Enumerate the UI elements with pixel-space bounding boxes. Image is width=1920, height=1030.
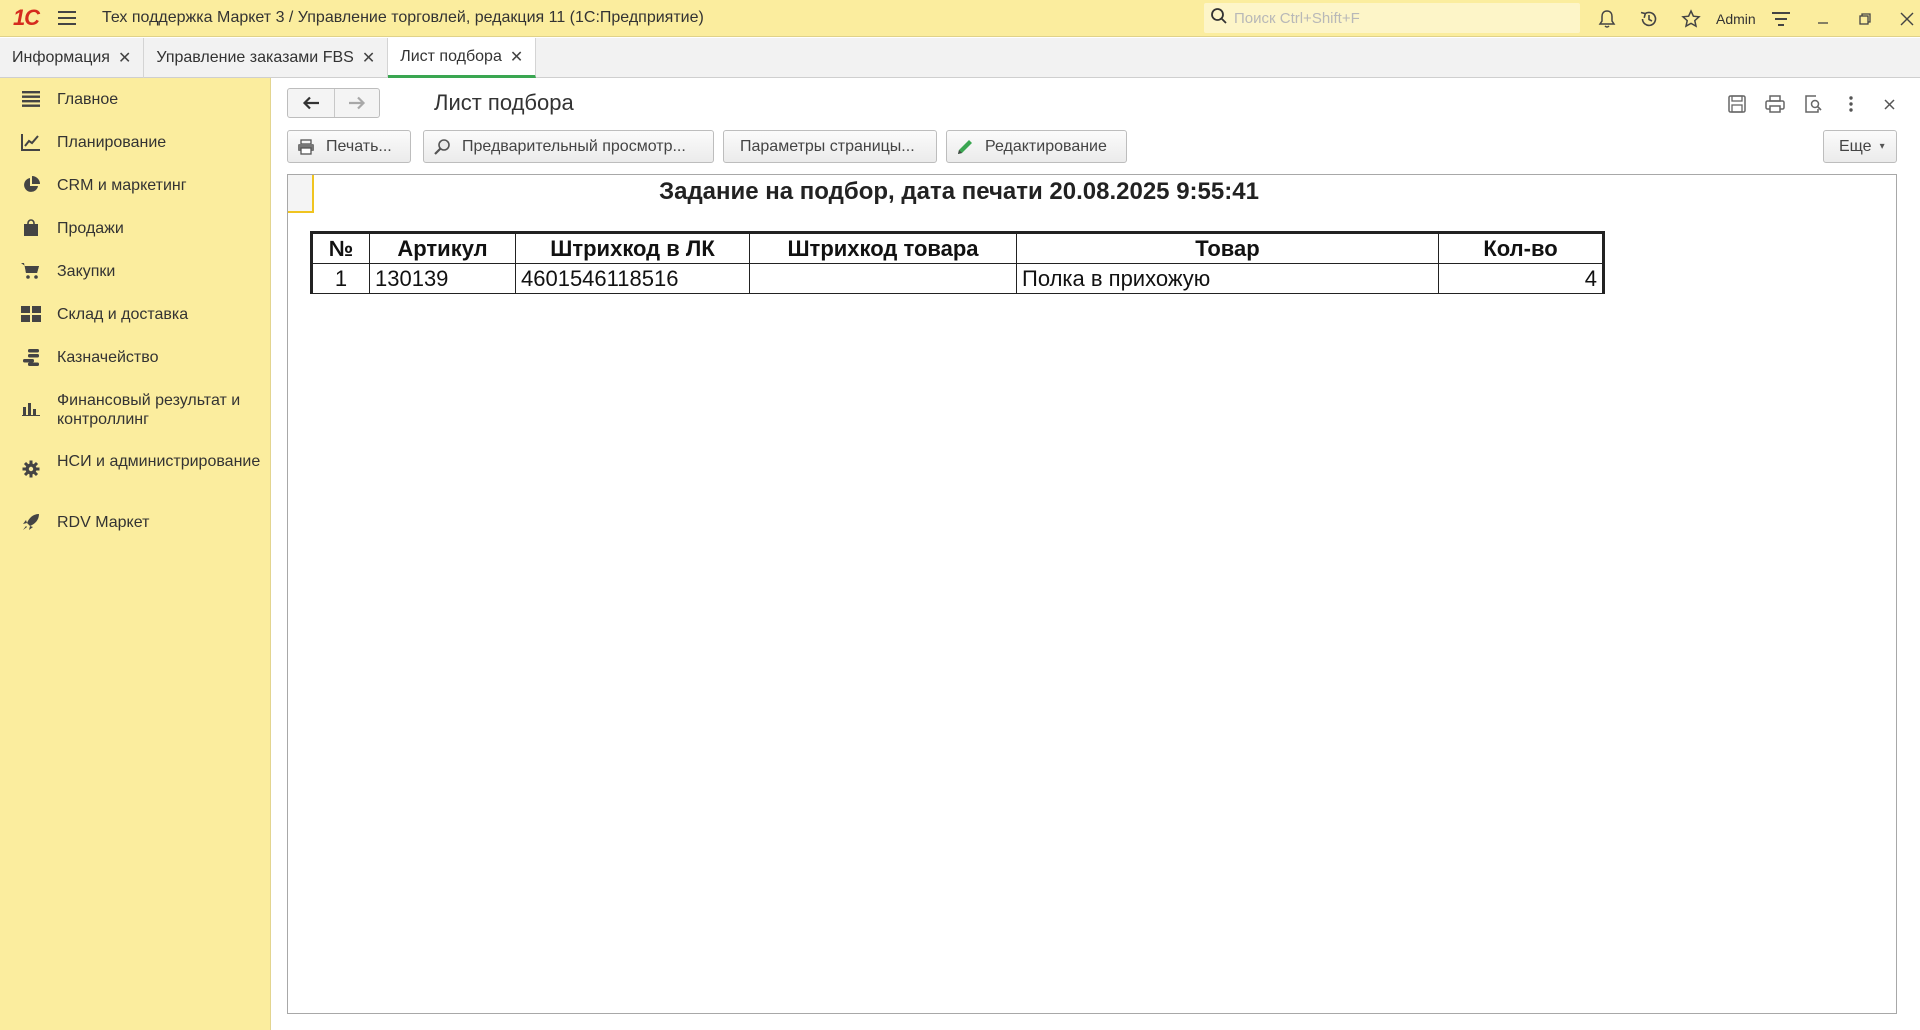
command-bar: Печать... Предварительный просмотр... Па…: [287, 130, 1897, 164]
preview-button[interactable]: Предварительный просмотр...: [423, 130, 714, 163]
page-params-button[interactable]: Параметры страницы...: [723, 130, 937, 163]
search-input[interactable]: [1234, 9, 1564, 27]
restore-icon[interactable]: [1844, 0, 1886, 37]
sidebar-item-warehouse[interactable]: Склад и доставка: [0, 293, 270, 336]
table-header-row: № Артикул Штрихкод в ЛК Штрихкод товара …: [310, 231, 1605, 264]
sidebar-item-main[interactable]: Главное: [0, 78, 270, 121]
history-navigation: [287, 88, 380, 118]
search-icon: [1210, 7, 1228, 30]
minimize-icon[interactable]: [1802, 0, 1844, 37]
sidebar-item-sales[interactable]: Продажи: [0, 207, 270, 250]
picking-table: № Артикул Штрихкод в ЛК Штрихкод товара …: [310, 231, 1605, 294]
column-header: Штрихкод товара: [749, 231, 1017, 264]
sidebar-item-crm[interactable]: CRM и маркетинг: [0, 164, 270, 207]
column-header: Кол-во: [1438, 231, 1605, 264]
more-vertical-icon[interactable]: [1832, 90, 1870, 118]
favorites-star-icon[interactable]: [1670, 0, 1712, 37]
table-cell[interactable]: [749, 263, 1017, 294]
sidebar-item-finance[interactable]: Финансовый результат и контроллинг: [0, 379, 270, 440]
print-preview-icon[interactable]: [1794, 90, 1832, 118]
sidebar-item-admin[interactable]: НСИ и администрирование: [0, 440, 270, 501]
tab-label: Управление заказами FBS: [156, 49, 354, 66]
column-header: Штрихкод в ЛК: [515, 231, 750, 264]
rocket-icon: [20, 511, 42, 533]
settings-menu-icon[interactable]: [1760, 0, 1802, 37]
sections-panel: Главное Планирование CRM и маркетинг Про…: [0, 78, 271, 1030]
close-tab-icon[interactable]: ✕: [362, 48, 375, 68]
form-title: Лист подбора: [434, 90, 574, 115]
more-button[interactable]: Еще ▾: [1823, 130, 1897, 163]
printer-icon[interactable]: [1756, 90, 1794, 118]
notifications-bell-icon[interactable]: [1586, 0, 1628, 37]
tab-label: Информация: [12, 49, 110, 66]
sidebar-item-purchases[interactable]: Закупки: [0, 250, 270, 293]
app-logo[interactable]: 1С: [0, 0, 52, 37]
tab-label: Лист подбора: [400, 47, 502, 65]
sidebar-item-treasury[interactable]: Казначейство: [0, 336, 270, 379]
table-row: 1 130139 4601546118516 Полка в прихожую …: [310, 263, 1605, 294]
close-form-icon[interactable]: [1870, 90, 1908, 118]
column-header: Товар: [1016, 231, 1439, 264]
table-cell[interactable]: 130139: [369, 263, 516, 294]
tab-information[interactable]: Информация ✕: [0, 38, 145, 78]
main-menu-icon[interactable]: [52, 0, 82, 37]
sidebar-item-rdv-market[interactable]: RDV Маркет: [0, 501, 270, 544]
open-windows-tabs: Информация ✕ Управление заказами FBS ✕ Л…: [0, 38, 1920, 78]
pie-chart-icon: [20, 174, 42, 196]
document-title: Задание на подбор, дата печати 20.08.202…: [659, 178, 1259, 205]
pencil-icon: [955, 137, 975, 157]
spreadsheet-document[interactable]: Задание на подбор, дата печати 20.08.202…: [287, 174, 1897, 1014]
list-icon: [20, 88, 42, 110]
close-tab-icon[interactable]: ✕: [510, 47, 523, 67]
table-cell[interactable]: Полка в прихожую: [1016, 263, 1439, 294]
back-button[interactable]: [288, 89, 334, 117]
table-cell[interactable]: 4601546118516: [515, 263, 750, 294]
table-cell[interactable]: 1: [310, 263, 370, 294]
printer-icon: [296, 137, 316, 157]
planning-chart-icon: [20, 131, 42, 153]
table-cell[interactable]: 4: [1438, 263, 1605, 294]
column-header: №: [310, 231, 370, 264]
close-window-icon[interactable]: [1886, 0, 1920, 37]
magnifier-icon: [432, 137, 452, 157]
dropdown-arrow-icon: ▾: [1879, 141, 1885, 152]
warehouse-boxes-icon: [20, 303, 42, 325]
cart-icon: [20, 260, 42, 282]
shopping-bag-icon: [20, 217, 42, 239]
app-title: Тех поддержка Маркет 3 / Управление торг…: [102, 9, 704, 26]
coins-icon: [20, 346, 42, 368]
title-bar: 1С Тех поддержка Маркет 3 / Управление т…: [0, 0, 1920, 37]
history-icon[interactable]: [1628, 0, 1670, 37]
user-name[interactable]: Admin: [1712, 11, 1760, 27]
gear-icon: [20, 458, 42, 480]
global-search[interactable]: [1204, 3, 1580, 33]
tab-fbs-orders[interactable]: Управление заказами FBS ✕: [144, 38, 389, 78]
print-button[interactable]: Печать...: [287, 130, 411, 163]
sidebar-item-planning[interactable]: Планирование: [0, 121, 270, 164]
forward-button[interactable]: [333, 89, 380, 117]
save-icon[interactable]: [1718, 90, 1756, 118]
tab-picking-list[interactable]: Лист подбора ✕: [388, 38, 537, 78]
edit-button[interactable]: Редактирование: [946, 130, 1127, 163]
close-tab-icon[interactable]: ✕: [118, 48, 131, 68]
form-area: Лист подбора Печать... Предварительный п…: [272, 78, 1920, 1030]
bar-chart-icon: [20, 397, 42, 419]
column-header: Артикул: [369, 231, 516, 264]
